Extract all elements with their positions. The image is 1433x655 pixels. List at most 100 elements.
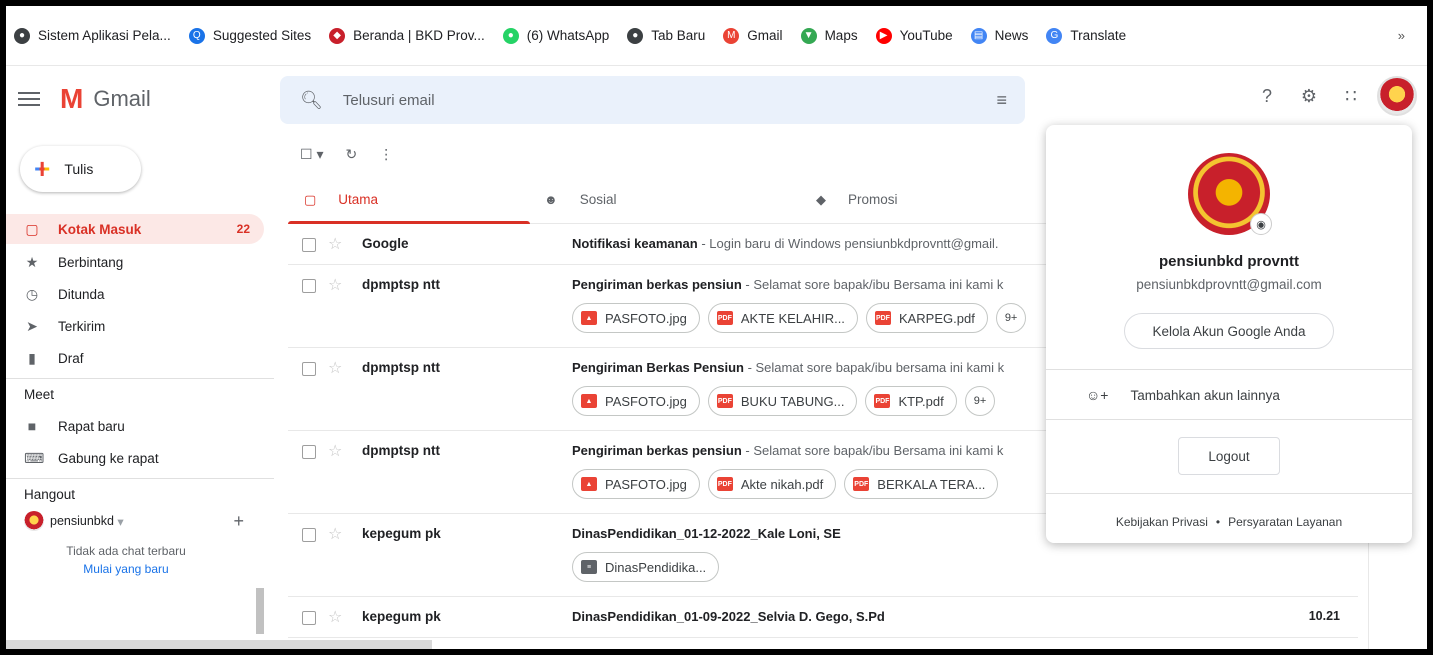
bookmark-item[interactable]: ● Tab Baru: [627, 27, 705, 44]
search-icon[interactable]: 🔍︎: [300, 90, 323, 111]
sidebar-item-kotak-masuk[interactable]: ▢ Kotak Masuk 22: [6, 214, 264, 244]
attachment-chip[interactable]: 9+: [995, 303, 1027, 333]
attachment-chips: ▲ PASFOTO.jpg PDF Akte nikah.pdf PDF BERKALA …: [572, 469, 1006, 499]
start-new-chat-link[interactable]: Mulai yang baru: [6, 562, 246, 576]
attachment-chip[interactable]: PDF AKTE KELAHIR...: [707, 303, 858, 333]
tab-sosial[interactable]: ☻ Sosial: [530, 176, 800, 223]
bookmark-item[interactable]: ● (6) WhatsApp: [502, 27, 609, 44]
compose-button[interactable]: + Tulis: [20, 146, 141, 192]
help-icon[interactable]: ?: [1247, 76, 1287, 116]
meet-item-label: Rapat baru: [58, 418, 125, 434]
bookmark-label: News: [994, 28, 1029, 43]
hangout-user[interactable]: pensiunbkd ▾ +: [6, 508, 264, 534]
star-icon[interactable]: ☆: [328, 607, 342, 627]
bookmark-item[interactable]: ▤ News: [970, 27, 1029, 44]
logout-button[interactable]: Logout: [1178, 437, 1280, 475]
camera-icon[interactable]: ◉: [1250, 213, 1272, 235]
bookmarks-more-button[interactable]: »: [1398, 28, 1405, 43]
no-chat-message: Tidak ada chat terbaru Mulai yang baru: [6, 544, 246, 576]
row-checkbox[interactable]: [302, 362, 316, 376]
attachment-chip[interactable]: PDF BUKU TABUNG...: [707, 386, 858, 416]
tab-promosi[interactable]: ◆ Promosi: [800, 176, 1042, 223]
bookmark-item[interactable]: ● Sistem Aplikasi Pela...: [14, 27, 171, 44]
attachment-chip[interactable]: 9+: [964, 386, 996, 416]
attachment-chip[interactable]: ▲ PASFOTO.jpg: [572, 386, 700, 416]
sidebar-item-draf[interactable]: ▮ Draf: [6, 346, 264, 370]
new-chat-plus-icon[interactable]: +: [233, 511, 244, 532]
bookmark-item[interactable]: Q Suggested Sites: [188, 27, 311, 44]
attachment-name: 9+: [1004, 312, 1018, 324]
terms-link[interactable]: Persyaratan Layanan: [1228, 515, 1342, 529]
account-avatar[interactable]: [1377, 76, 1417, 116]
sidebar: + Tulis ▢ Kotak Masuk 22 ★ Berbintang ◷ Ditund…: [6, 132, 274, 649]
star-icon[interactable]: ☆: [328, 234, 342, 254]
email-sender: Google: [362, 236, 409, 251]
bookmark-item[interactable]: G Translate: [1046, 27, 1126, 44]
email-subject-line: Pengiriman berkas pensiun - Selamat sore…: [572, 277, 1050, 292]
attachment-chip[interactable]: PDF KTP.pdf: [865, 386, 957, 416]
row-checkbox[interactable]: [302, 279, 316, 293]
email-subject-line: Pengiriman berkas pensiun - Selamat sore…: [572, 443, 1050, 458]
horizontal-scrollbar[interactable]: [6, 640, 432, 649]
main-menu-icon[interactable]: [18, 88, 40, 110]
email-sender: kepegum pk: [362, 526, 441, 541]
attachment-chip[interactable]: PDF KARPEG.pdf: [865, 303, 988, 333]
star-icon[interactable]: ☆: [328, 358, 342, 378]
add-account-button[interactable]: ☺+ Tambahkan akun lainnya: [1086, 387, 1280, 403]
apps-grid-icon[interactable]: ∷: [1331, 76, 1371, 116]
star-icon[interactable]: ☆: [328, 524, 342, 544]
attachment-chip[interactable]: PDF Akte nikah.pdf: [707, 469, 837, 499]
translate-icon: G: [1046, 27, 1063, 44]
bookmark-item[interactable]: ▼ Maps: [800, 27, 858, 44]
select-all-checkbox[interactable]: ☐ ▾: [300, 146, 323, 163]
meet-item[interactable]: ⌨ Gabung ke rapat: [6, 446, 264, 470]
search-input[interactable]: Telusuri email: [343, 92, 997, 109]
youtube-icon: ▶: [875, 27, 892, 44]
gmail-logo[interactable]: M Gmail: [60, 83, 151, 115]
document-file-icon: ≡: [581, 560, 597, 574]
header-actions: ? ⚙ ∷: [1245, 76, 1417, 116]
attachment-chip[interactable]: PDF BERKALA TERA...: [844, 469, 999, 499]
account-popup: ◉ pensiunbkd provntt pensiunbkdprovntt@g…: [1046, 125, 1412, 543]
bookmark-label: Beranda | BKD Prov...: [353, 28, 485, 43]
status-dropdown-icon[interactable]: ▾: [114, 514, 123, 529]
email-subject: Pengiriman berkas pensiun: [572, 443, 742, 458]
star-icon[interactable]: ☆: [328, 275, 342, 295]
settings-gear-icon[interactable]: ⚙: [1289, 76, 1329, 116]
search-options-icon[interactable]: ≡: [996, 90, 1007, 111]
attachment-chip[interactable]: ▲ PASFOTO.jpg: [572, 469, 700, 499]
attachment-name: PASFOTO.jpg: [605, 476, 687, 492]
row-checkbox[interactable]: [302, 445, 316, 459]
tab-utama[interactable]: ▢ Utama: [288, 176, 530, 224]
image-file-icon: ▲: [581, 394, 597, 408]
row-checkbox[interactable]: [302, 238, 316, 252]
account-name: pensiunbkd provntt: [1159, 253, 1299, 270]
refresh-icon[interactable]: ↻: [345, 146, 357, 163]
bookmark-item[interactable]: ▶ YouTube: [875, 27, 953, 44]
attachment-chip[interactable]: ≡ DinasPendidika...: [572, 552, 720, 582]
globe-icon: ●: [14, 27, 30, 44]
search-bar[interactable]: 🔍︎ Telusuri email ≡: [280, 76, 1025, 124]
row-checkbox[interactable]: [302, 528, 316, 542]
row-checkbox[interactable]: [302, 611, 316, 625]
sidebar-item-berbintang[interactable]: ★ Berbintang: [6, 250, 264, 274]
attachment-chip[interactable]: ▲ PASFOTO.jpg: [572, 303, 700, 333]
pdf-file-icon: PDF: [716, 311, 733, 325]
sidebar-item-terkirim[interactable]: ➤ Terkirim: [6, 314, 264, 338]
email-row[interactable]: ☆ kepegum pk DinasPendidikan_01-09-2022_Se…: [288, 597, 1358, 638]
sidebar-item-ditunda[interactable]: ◷ Ditunda: [6, 282, 264, 306]
bookmark-item[interactable]: ◆ Beranda | BKD Prov...: [329, 27, 485, 44]
star-icon[interactable]: ☆: [328, 441, 342, 461]
email-subject-line: Pengiriman Berkas Pensiun - Selamat sore…: [572, 360, 1050, 375]
emblem-icon: ◆: [329, 27, 346, 44]
account-email: pensiunbkdprovntt@gmail.com: [1136, 277, 1322, 292]
privacy-policy-link[interactable]: Kebijakan Privasi: [1116, 515, 1208, 529]
manage-account-button[interactable]: Kelola Akun Google Anda: [1124, 313, 1334, 349]
bookmark-item[interactable]: M Gmail: [723, 27, 783, 44]
sidebar-scrollbar[interactable]: [256, 588, 264, 634]
email-snippet: - Selamat sore bapak/ibu bersama ini kam…: [743, 360, 1005, 375]
tab-label: Promosi: [848, 192, 898, 207]
meet-item[interactable]: ■ Rapat baru: [6, 414, 264, 438]
more-options-icon[interactable]: ⋮: [379, 146, 393, 163]
email-subject: Pengiriman berkas pensiun: [572, 277, 742, 292]
